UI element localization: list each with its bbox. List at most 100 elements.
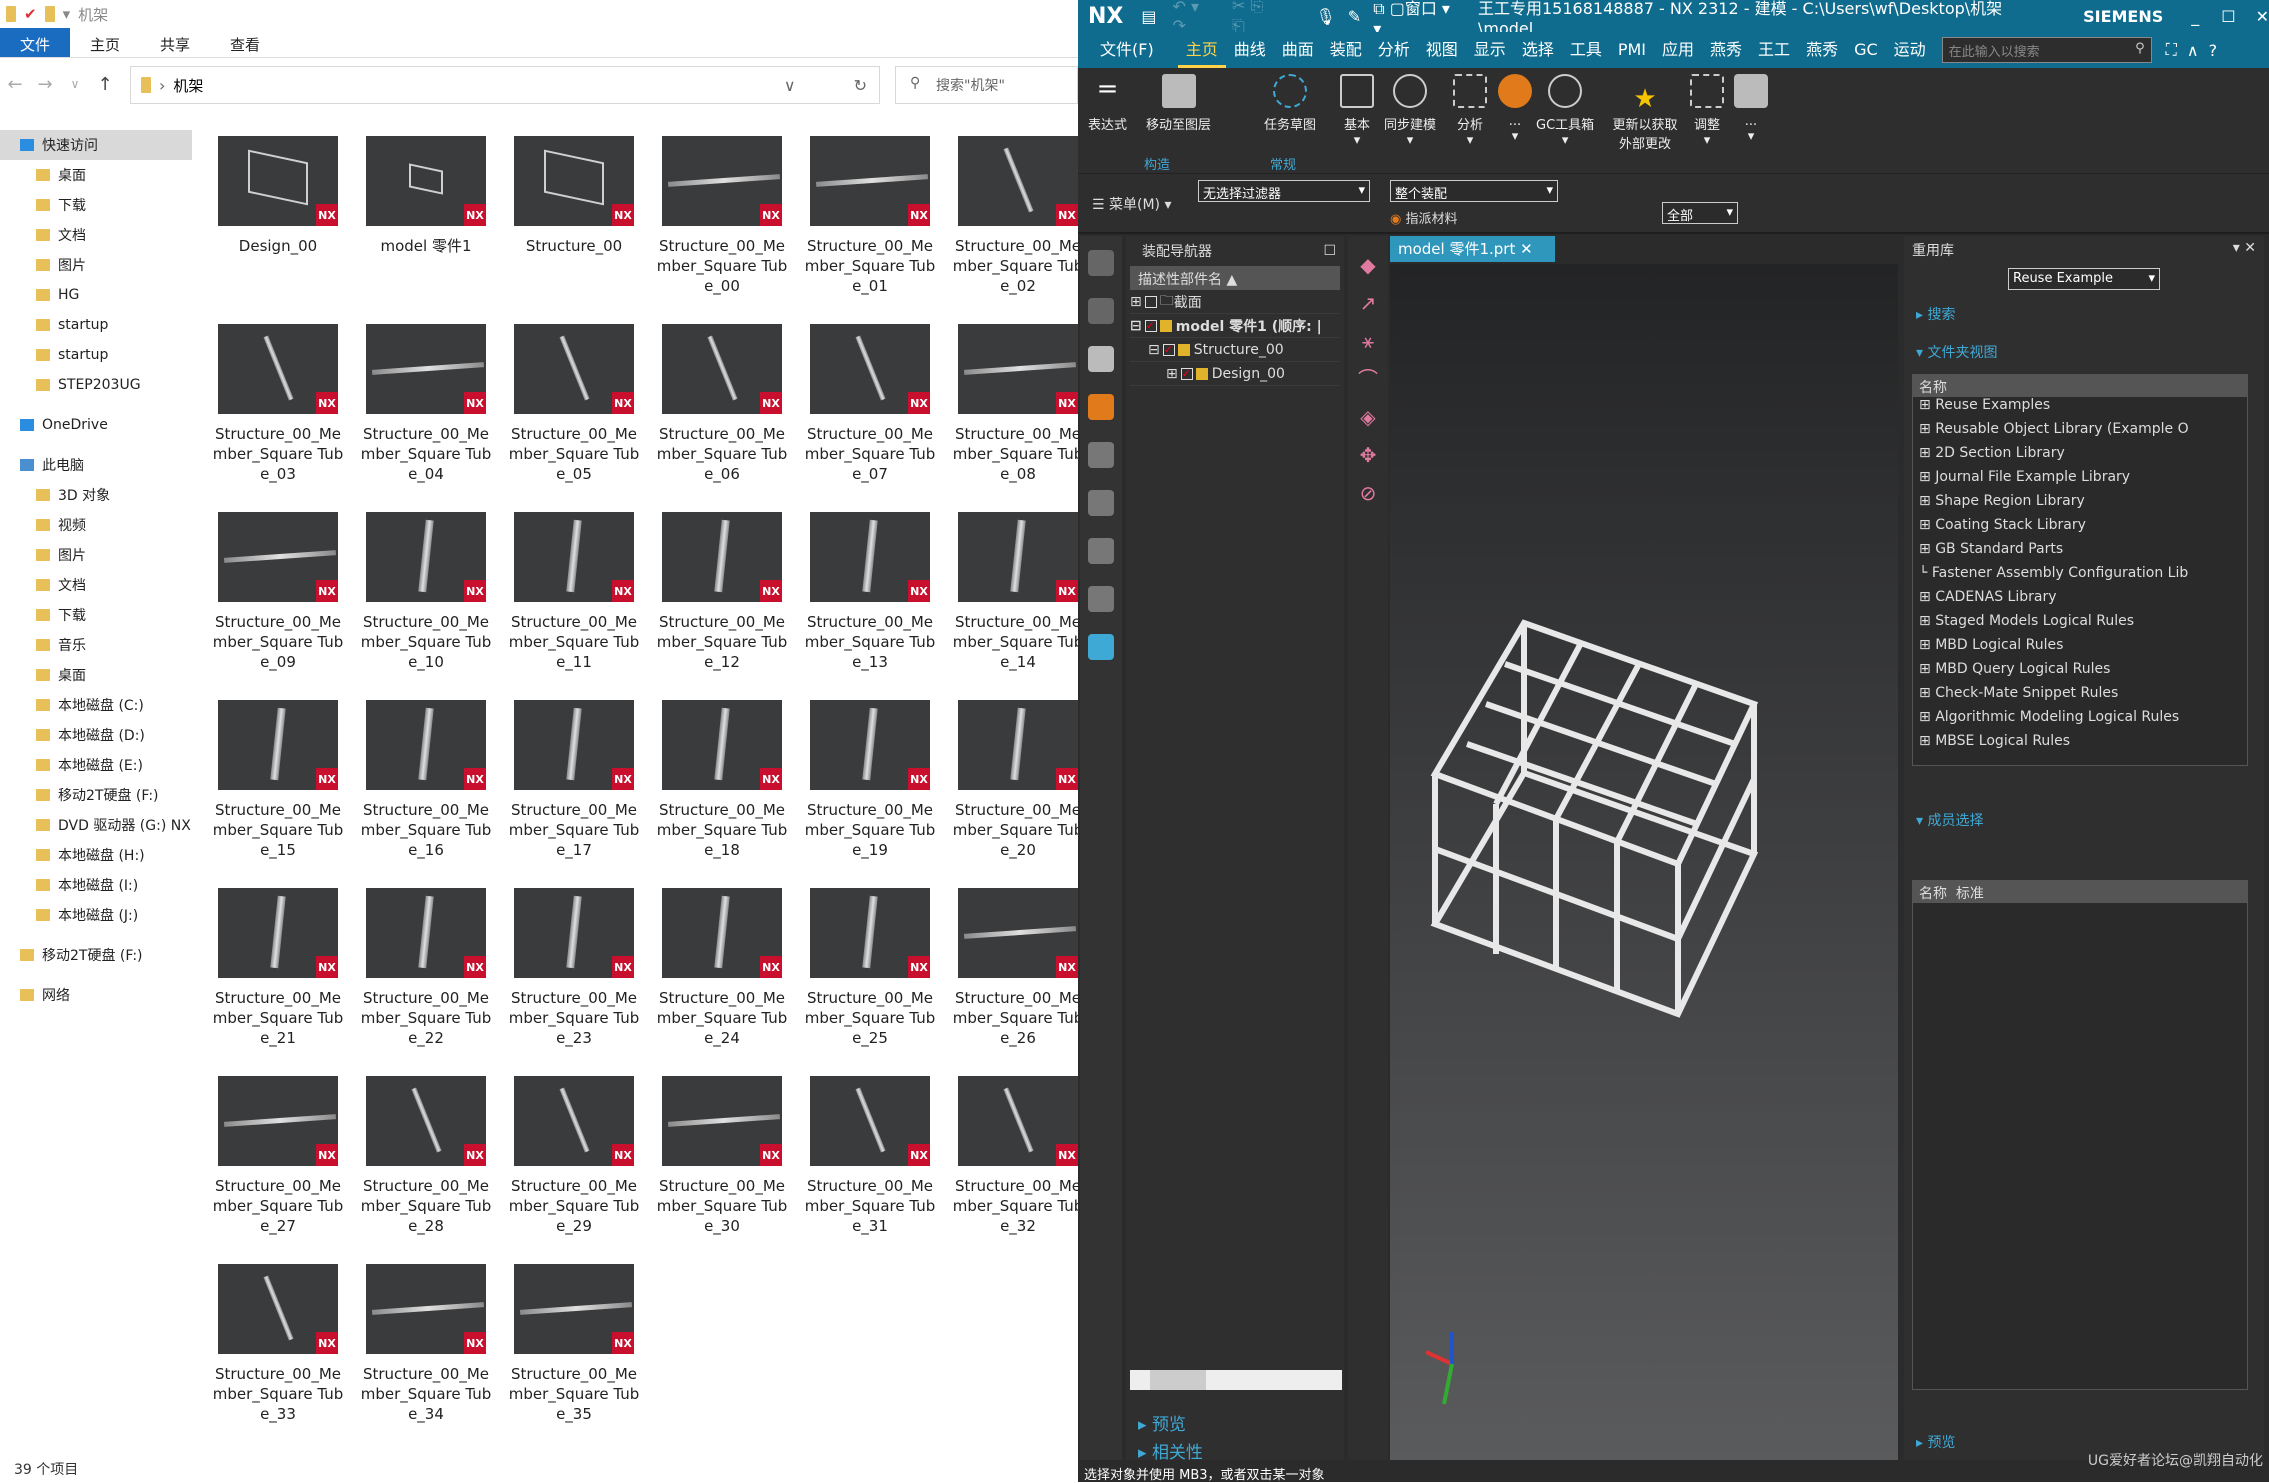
close-button[interactable]: ✕ xyxy=(2256,7,2269,26)
scroll-thumb[interactable] xyxy=(1150,1370,1206,1390)
nx-tab[interactable]: 视图 xyxy=(1418,32,1466,68)
clipboard-icons[interactable]: ✂ ⎘ ⎗ xyxy=(1224,0,1310,36)
nx-tab[interactable]: 燕秀 xyxy=(1702,32,1750,68)
library-item[interactable]: ⊞ Journal File Example Library xyxy=(1913,469,2247,493)
file-item[interactable]: NX Structure_00_Member_Square Tube_21 xyxy=(210,888,358,1076)
task-sketch-button[interactable]: 任务草图 xyxy=(1264,74,1316,133)
collapse-ribbon-icon[interactable]: ∧ xyxy=(2187,41,2199,60)
forward-button[interactable]: → xyxy=(30,74,60,95)
type-filter-dropdown[interactable]: 无选择过滤器 ▾ xyxy=(1198,180,1370,202)
library-item[interactable]: ⊞ MBD Logical Rules xyxy=(1913,637,2247,661)
library-item[interactable]: ⊞ 2D Section Library xyxy=(1913,445,2247,469)
tree-row-model[interactable]: ⊟ ✓ model 零件1 (顺序: | xyxy=(1130,314,1340,338)
sidebar-item[interactable]: 本地磁盘 (I:) xyxy=(0,870,192,900)
file-item[interactable]: NX Structure_00_Member_Square Tube_29 xyxy=(506,1076,654,1264)
file-item[interactable]: NX Structure_00_Member_Square Tube_11 xyxy=(506,512,654,700)
history-icon[interactable] xyxy=(1088,586,1114,612)
expression-button[interactable]: = 表达式 xyxy=(1088,74,1127,133)
tree-row-design[interactable]: ⊞ ✓ Design_00 xyxy=(1130,362,1340,386)
file-item[interactable]: NX Structure_00 xyxy=(506,136,654,324)
library-item[interactable]: ⊞ Coating Stack Library xyxy=(1913,517,2247,541)
file-item[interactable]: NX Structure_00_Member_Square Tube_07 xyxy=(802,324,950,512)
mic-icon[interactable]: 🎙 xyxy=(1309,7,1341,26)
save-icon[interactable]: ▤ xyxy=(1133,7,1164,26)
sidebar-item[interactable]: STEP203UG xyxy=(0,370,192,400)
file-item[interactable]: NX Structure_00_Member_Square Tube_09 xyxy=(210,512,358,700)
file-item[interactable]: NX Structure_00_Member_Square Tube_19 xyxy=(802,700,950,888)
file-item[interactable]: NX model 零件1 xyxy=(358,136,506,324)
all-dropdown[interactable]: 全部 ▾ xyxy=(1662,202,1738,224)
file-item[interactable]: NX Structure_00_Member_Square Tube_31 xyxy=(802,1076,950,1264)
file-item[interactable]: NX Structure_00_Member_Square Tube_26 xyxy=(950,888,1098,1076)
chevron-down-icon[interactable]: ∨ xyxy=(784,76,796,95)
hd3d-icon[interactable] xyxy=(1088,490,1114,516)
nx-tab[interactable]: 工具 xyxy=(1562,32,1610,68)
refresh-icon[interactable]: ↻ xyxy=(854,76,867,95)
file-item[interactable]: NX Structure_00_Member_Square Tube_06 xyxy=(654,324,802,512)
sidebar-item[interactable]: 下载 xyxy=(0,190,192,220)
nx-tab[interactable]: 装配 xyxy=(1322,32,1370,68)
undo-icon[interactable]: ↶ ▾ ↷ xyxy=(1165,0,1224,35)
file-item[interactable]: NX Structure_00_Member_Square Tube_28 xyxy=(358,1076,506,1264)
file-item[interactable]: NX Structure_00_Member_Square Tube_20 xyxy=(950,700,1098,888)
nx-tab[interactable]: 运动 xyxy=(1886,32,1934,68)
file-item[interactable]: NX Structure_00_Member_Square Tube_02 xyxy=(950,136,1098,324)
search-section[interactable]: ▸ 搜索 xyxy=(1904,300,1967,328)
file-item[interactable]: NX Structure_00_Member_Square Tube_22 xyxy=(358,888,506,1076)
sidebar-item[interactable]: startup xyxy=(0,340,192,370)
library-item[interactable]: ⊞ Reuse Examples xyxy=(1913,397,2247,421)
update-external-changes-button[interactable]: ★ 更新以获取外部更改 xyxy=(1610,84,1680,152)
column-name[interactable]: 名称 xyxy=(1919,886,1947,902)
member-select-section[interactable]: ▾ 成员选择 xyxy=(1904,806,1995,834)
help-icon[interactable]: ? xyxy=(2209,41,2218,60)
file-item[interactable]: NX Design_00 xyxy=(210,136,358,324)
close-panel-icon[interactable]: ▾ ✕ xyxy=(2233,240,2256,258)
sidebar-item[interactable]: 视频 xyxy=(0,510,192,540)
nx-tab[interactable]: GC xyxy=(1846,32,1886,68)
command-search-input[interactable]: 在此输入以搜索 ⚲ xyxy=(1941,37,2152,63)
file-item[interactable]: NX Structure_00_Member_Square Tube_16 xyxy=(358,700,506,888)
library-item[interactable]: ⊞ Algorithmic Modeling Logical Rules xyxy=(1913,709,2247,733)
tab-home[interactable]: 主页 xyxy=(70,28,140,57)
basic-button[interactable]: 基本 ▾ xyxy=(1340,74,1374,148)
sidebar-item[interactable]: 移动2T硬盘 (F:) xyxy=(0,780,192,810)
nx-tab[interactable]: 王工 xyxy=(1750,32,1798,68)
sidebar-item[interactable]: 本地磁盘 (J:) xyxy=(0,900,192,930)
tree-row-sections[interactable]: ⊞ 🗀 截面 xyxy=(1130,290,1340,314)
library-item[interactable]: ⊞ Reusable Object Library (Example O xyxy=(1913,421,2247,445)
library-dropdown[interactable]: Reuse Example ▾ xyxy=(2008,268,2160,290)
minimize-button[interactable]: _ xyxy=(2191,7,2199,26)
back-button[interactable]: ← xyxy=(0,74,30,95)
sidebar-item[interactable]: OneDrive xyxy=(0,410,192,440)
sidebar-item[interactable]: 此电脑 xyxy=(0,450,192,480)
library-item[interactable]: ⊞ CADENAS Library xyxy=(1913,589,2247,613)
file-item[interactable]: NX Structure_00_Member_Square Tube_25 xyxy=(802,888,950,1076)
sidebar-item[interactable]: HG xyxy=(0,280,192,310)
sidebar-item[interactable]: 文档 xyxy=(0,570,192,600)
folder-view-section[interactable]: ▾ 文件夹视图 xyxy=(1904,338,2009,366)
quick-access-dropdown-icon[interactable]: ▾ xyxy=(63,5,71,23)
sidebar-item[interactable]: startup xyxy=(0,310,192,340)
settings-icon[interactable] xyxy=(1088,250,1114,276)
checkbox[interactable]: ✓ xyxy=(1180,367,1193,380)
nx-tab[interactable]: 应用 xyxy=(1654,32,1702,68)
tab-file[interactable]: 文件 xyxy=(0,28,71,57)
checkbox[interactable]: ✓ xyxy=(1162,343,1175,356)
sidebar-item[interactable]: 快速访问 xyxy=(0,130,192,160)
3d-viewport[interactable] xyxy=(1390,264,1898,1460)
file-item[interactable]: NX Structure_00_Member_Square Tube_13 xyxy=(802,512,950,700)
library-item[interactable]: └ Fastener Assembly Configuration Lib xyxy=(1913,565,2247,589)
file-item[interactable]: NX Structure_00_Member_Square Tube_01 xyxy=(802,136,950,324)
address-bar[interactable]: › 机架 ∨ ↻ xyxy=(130,66,880,104)
sidebar-item[interactable]: 桌面 xyxy=(0,160,192,190)
nx-tab[interactable]: PMI xyxy=(1610,32,1654,68)
file-item[interactable]: NX Structure_00_Member_Square Tube_17 xyxy=(506,700,654,888)
file-item[interactable]: NX Structure_00_Member_Square Tube_27 xyxy=(210,1076,358,1264)
file-item[interactable]: NX Structure_00_Member_Square Tube_15 xyxy=(210,700,358,888)
menu-button[interactable]: ☰ 菜单(M) ▾ xyxy=(1092,194,1172,214)
sidebar-item[interactable]: 网络 xyxy=(0,980,192,1010)
sidebar-item[interactable]: 本地磁盘 (C:) xyxy=(0,690,192,720)
checkbox[interactable] xyxy=(1144,295,1157,308)
fullscreen-icon[interactable]: ⛶ xyxy=(2166,40,2177,60)
file-item[interactable]: NX Structure_00_Member_Square Tube_12 xyxy=(654,512,802,700)
